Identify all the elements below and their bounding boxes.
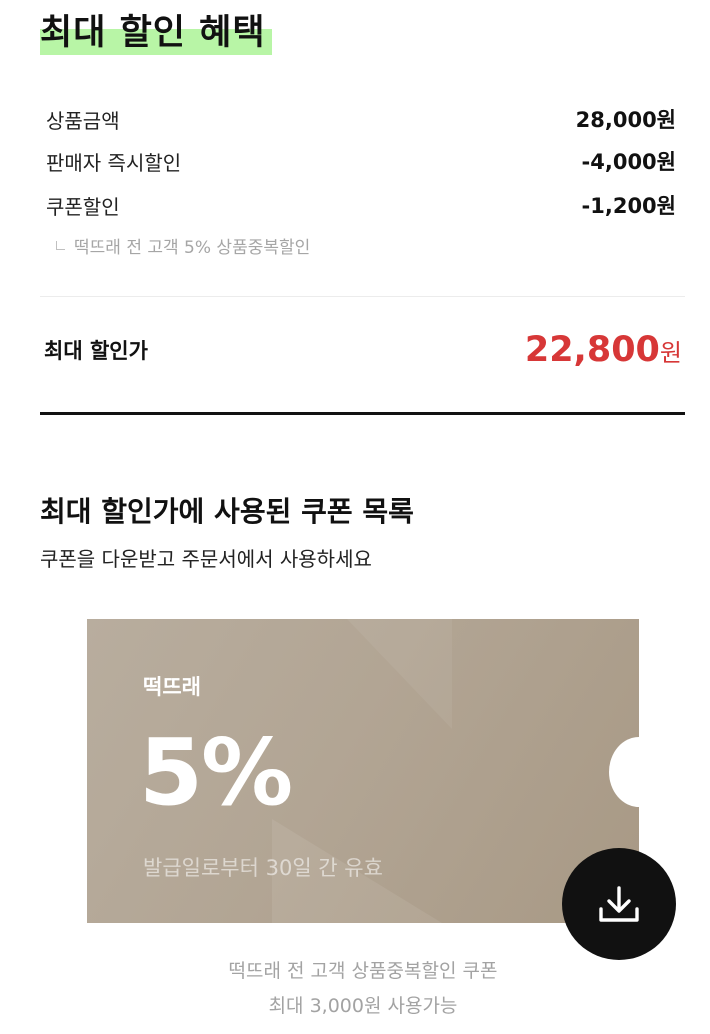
total-label: 최대 할인가 [44, 339, 148, 363]
coupon-section-subtitle: 쿠폰을 다운받고 주문서에서 사용하세요 [40, 547, 372, 571]
coupon-discount: 5% [139, 719, 293, 826]
price-row-label: 상품금액 [46, 108, 120, 133]
price-row-value: 28,000원 [575, 108, 676, 132]
divider [40, 296, 685, 297]
total-amount: 22,800 [524, 330, 660, 370]
price-row-product: 상품금액 28,000원 [46, 104, 676, 134]
coupon-description: 떡뜨래 전 고객 상품중복할인 쿠폰 [228, 960, 498, 982]
price-row-label: 판매자 즉시할인 [46, 150, 182, 175]
price-row-coupon-discount: 쿠폰할인 -1,200원 [46, 190, 676, 220]
coupon-validity: 발급일로부터 30일 간 유효 [143, 856, 383, 880]
section-divider [40, 412, 685, 415]
price-row-value: -4,000원 [581, 150, 676, 174]
coupon-detail-text: 떡뜨래 전 고객 5% 상품중복할인 [74, 238, 311, 258]
download-coupon-button[interactable] [562, 848, 676, 960]
page-title: 최대 할인 혜택 [40, 13, 266, 53]
coupon-brand: 떡뜨래 [143, 675, 201, 699]
price-row-value: -1,200원 [581, 194, 676, 218]
total-price: 22,800원 [525, 330, 682, 370]
coupon-card[interactable]: 떡뜨래 5% 발급일로부터 30일 간 유효 [87, 619, 639, 923]
price-row-label: 쿠폰할인 [46, 194, 120, 219]
coupon-decoration [347, 619, 452, 729]
indent-corner-icon [56, 241, 65, 250]
download-icon [599, 886, 639, 922]
total-unit: 원 [659, 339, 682, 367]
section-header: 최대 할인 혜택 [40, 4, 272, 55]
coupon-max-discount: 최대 3,000원 사용가능 [268, 995, 458, 1017]
coupon-detail-row: 떡뜨래 전 고객 5% 상품중복할인 [56, 233, 310, 258]
price-row-seller-discount: 판매자 즉시할인 -4,000원 [46, 146, 676, 176]
total-row: 최대 할인가 22,800원 [44, 328, 682, 372]
coupon-notch [609, 737, 639, 807]
coupon-section-title: 최대 할인가에 사용된 쿠폰 목록 [40, 495, 414, 528]
